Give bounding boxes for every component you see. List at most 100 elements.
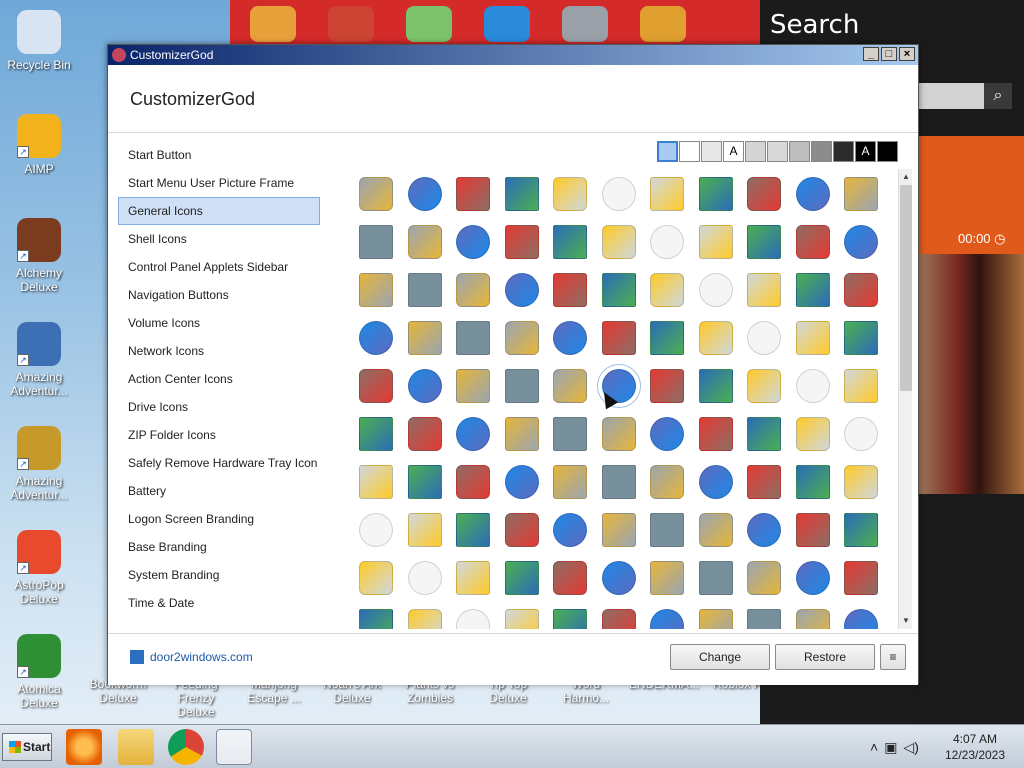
system-icon[interactable]	[747, 561, 782, 595]
sidebar-item[interactable]: Base Branding	[118, 533, 320, 561]
system-icon[interactable]	[504, 465, 539, 499]
system-icon[interactable]	[359, 273, 394, 307]
system-icon[interactable]	[456, 513, 491, 547]
system-icon[interactable]	[504, 417, 539, 451]
background-swatch[interactable]	[833, 141, 854, 162]
background-swatch[interactable]: A	[855, 141, 876, 162]
system-icon[interactable]	[698, 273, 733, 307]
game-icon[interactable]	[328, 6, 374, 42]
system-icon[interactable]	[650, 273, 685, 307]
system-icon[interactable]	[359, 465, 394, 499]
system-icon[interactable]	[601, 177, 636, 211]
menu-button[interactable]: ≡	[880, 644, 906, 670]
system-icon[interactable]	[747, 369, 782, 403]
system-icon[interactable]	[650, 609, 685, 629]
system-icon[interactable]	[650, 417, 685, 451]
system-icon[interactable]	[456, 225, 491, 259]
system-icon[interactable]	[504, 177, 539, 211]
system-icon[interactable]	[456, 561, 491, 595]
start-button[interactable]: Start	[2, 733, 52, 761]
sidebar-item[interactable]: ZIP Folder Icons	[118, 421, 320, 449]
system-icon[interactable]	[698, 369, 733, 403]
system-icon[interactable]	[747, 273, 782, 307]
system-icon[interactable]	[844, 561, 879, 595]
volume-icon[interactable]: ◁)	[903, 739, 918, 756]
desktop-icon[interactable]: ↗ Amazing Adventur...	[3, 322, 75, 398]
sidebar-item[interactable]: Start Menu User Picture Frame	[118, 169, 320, 197]
system-icon[interactable]	[747, 513, 782, 547]
system-icon[interactable]	[698, 321, 733, 355]
desktop-icon[interactable]: ↗ Amazing Adventur...	[3, 426, 75, 502]
system-icon[interactable]	[456, 465, 491, 499]
system-icon[interactable]	[795, 465, 830, 499]
system-icon[interactable]	[844, 417, 879, 451]
desktop-icon[interactable]: ↗ AstroPop Deluxe	[3, 530, 75, 606]
system-icon[interactable]	[650, 321, 685, 355]
title-bar[interactable]: CustomizerGod _ □ ×	[108, 45, 918, 65]
system-icon[interactable]	[553, 561, 588, 595]
chevron-up-icon[interactable]: ˄	[870, 739, 878, 755]
system-icon[interactable]	[553, 609, 588, 629]
background-swatch[interactable]	[877, 141, 898, 162]
scroll-up-icon[interactable]: ▲	[899, 169, 913, 185]
system-icon[interactable]	[504, 609, 539, 629]
system-icon[interactable]	[795, 321, 830, 355]
system-icon[interactable]	[795, 369, 830, 403]
sidebar-item[interactable]: Battery	[118, 477, 320, 505]
background-swatch[interactable]	[767, 141, 788, 162]
game-icon[interactable]	[250, 6, 296, 42]
system-icon[interactable]	[601, 417, 636, 451]
system-icon[interactable]	[407, 465, 442, 499]
system-icon[interactable]	[359, 417, 394, 451]
sidebar-item[interactable]: Time & Date	[118, 589, 320, 617]
system-icon[interactable]	[553, 417, 588, 451]
game-icon[interactable]	[640, 6, 686, 42]
system-icon[interactable]	[601, 513, 636, 547]
system-icon[interactable]	[456, 177, 491, 211]
sidebar-item[interactable]: System Branding	[118, 561, 320, 589]
system-icon[interactable]	[504, 513, 539, 547]
system-icon[interactable]	[553, 273, 588, 307]
background-swatch[interactable]	[679, 141, 700, 162]
system-icon[interactable]	[456, 369, 491, 403]
sidebar-item[interactable]: Volume Icons	[118, 309, 320, 337]
chrome-icon[interactable]	[168, 729, 204, 765]
game-icon[interactable]	[484, 6, 530, 42]
system-icon[interactable]	[698, 465, 733, 499]
system-icon[interactable]	[844, 513, 879, 547]
sidebar-item[interactable]: Logon Screen Branding	[118, 505, 320, 533]
system-icon[interactable]	[698, 225, 733, 259]
desktop-icon[interactable]: ↗ AIMP	[3, 114, 75, 176]
sidebar-item[interactable]: Drive Icons	[118, 393, 320, 421]
system-icon[interactable]	[698, 177, 733, 211]
sidebar-item[interactable]: Shell Icons	[118, 225, 320, 253]
system-icon[interactable]	[359, 225, 394, 259]
system-icon[interactable]	[601, 321, 636, 355]
system-icon[interactable]	[650, 561, 685, 595]
explorer-icon[interactable]	[118, 729, 154, 765]
system-icon[interactable]	[650, 369, 685, 403]
system-icon[interactable]	[504, 321, 539, 355]
system-icon[interactable]	[650, 465, 685, 499]
system-icon[interactable]	[844, 465, 879, 499]
system-icon[interactable]	[698, 417, 733, 451]
change-button[interactable]: Change	[670, 644, 770, 670]
sidebar-item[interactable]: General Icons	[118, 197, 320, 225]
background-swatch[interactable]	[657, 141, 678, 162]
system-icon[interactable]	[747, 609, 782, 629]
system-icon[interactable]	[844, 369, 879, 403]
system-icon[interactable]	[747, 321, 782, 355]
scrollbar[interactable]: ▲ ▼	[898, 169, 912, 629]
sidebar-item[interactable]: Start Button	[118, 141, 320, 169]
system-icon[interactable]	[601, 609, 636, 629]
system-icon[interactable]	[795, 609, 830, 629]
close-button[interactable]: ×	[899, 47, 915, 61]
system-icon[interactable]	[650, 513, 685, 547]
background-swatch[interactable]: A	[723, 141, 744, 162]
system-icon[interactable]	[504, 273, 539, 307]
system-icon[interactable]	[844, 225, 879, 259]
system-icon[interactable]	[456, 273, 491, 307]
sidebar-item[interactable]: Navigation Buttons	[118, 281, 320, 309]
system-icon[interactable]	[407, 177, 442, 211]
system-icon[interactable]	[504, 225, 539, 259]
